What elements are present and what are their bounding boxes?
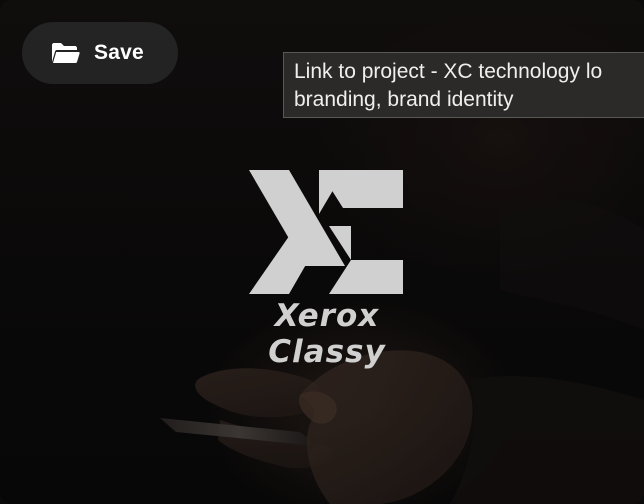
tooltip-line-2: branding, brand identity: [294, 88, 514, 111]
folder-icon: [50, 41, 80, 65]
link-tooltip: Link to project - XC technology lo brand…: [283, 52, 644, 118]
tooltip-line-1: Link to project - XC technology lo: [294, 60, 603, 83]
pin-card[interactable]: Xerox Classy Save Link to project - XC t…: [0, 0, 644, 504]
logo-wordmark: Xerox Classy: [268, 298, 386, 370]
save-button[interactable]: Save: [22, 22, 178, 84]
save-label: Save: [94, 41, 144, 64]
